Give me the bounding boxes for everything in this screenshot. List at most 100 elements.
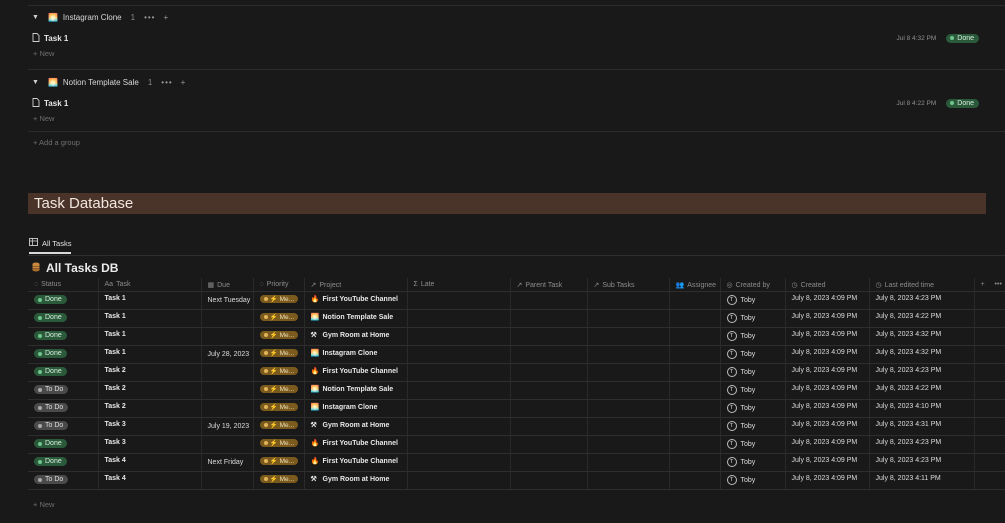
project-cell[interactable]: 🔥 First YouTube Channel (304, 435, 408, 454)
assignee-cell[interactable] (669, 363, 721, 382)
created-by-cell[interactable]: T Toby (720, 381, 786, 400)
column-header-parent-task[interactable]: ↗ Parent Task (510, 278, 588, 292)
priority-cell[interactable]: ⚡ Me... (253, 417, 305, 436)
assignee-cell[interactable] (669, 435, 721, 454)
created-by-cell[interactable]: T Toby (720, 363, 786, 382)
task-cell[interactable]: Task 2 (98, 399, 202, 418)
status-cell[interactable]: Done (28, 363, 99, 382)
more-options-icon[interactable]: ••• (144, 13, 155, 22)
table-row[interactable]: To Do Task 4 ⚡ Me... ⚒ Gym Room at Home T Toby J… (28, 471, 1005, 490)
board-card[interactable]: Task 1 Jul 8 4:32 PM Done (32, 31, 979, 45)
column-header-priority[interactable]: ◌ Priority (253, 278, 305, 292)
status-cell[interactable]: Done (28, 327, 99, 346)
status-cell[interactable]: To Do (28, 417, 99, 436)
created-by-cell[interactable]: T Toby (720, 399, 786, 418)
due-cell[interactable] (201, 399, 254, 418)
status-cell[interactable]: Done (28, 453, 99, 472)
parent-task-cell[interactable] (510, 291, 588, 310)
priority-cell[interactable]: ⚡ Me... (253, 327, 305, 346)
late-cell[interactable] (407, 453, 511, 472)
column-header-project[interactable]: ↗ Project (304, 278, 408, 292)
task-cell[interactable]: Task 4 (98, 471, 202, 490)
sub-tasks-cell[interactable] (587, 363, 670, 382)
parent-task-cell[interactable] (510, 381, 588, 400)
due-cell[interactable] (201, 327, 254, 346)
sub-tasks-cell[interactable] (587, 453, 670, 472)
column-header-late[interactable]: Σ Late (407, 278, 511, 292)
status-cell[interactable]: Done (28, 435, 99, 454)
column-header-task[interactable]: Aa Task (98, 278, 202, 292)
project-cell[interactable]: 🔥 First YouTube Channel (304, 363, 408, 382)
task-cell[interactable]: Task 1 (98, 345, 202, 364)
late-cell[interactable] (407, 417, 511, 436)
table-row[interactable]: To Do Task 2 ⚡ Me... 🌅 Instagram Clone T Toby Ju… (28, 399, 1005, 418)
priority-cell[interactable]: ⚡ Me... (253, 471, 305, 490)
table-row[interactable]: Done Task 3 ⚡ Me... 🔥 First YouTube Channel T T… (28, 435, 1005, 454)
due-cell[interactable] (201, 435, 254, 454)
created-by-cell[interactable]: T Toby (720, 435, 786, 454)
sub-tasks-cell[interactable] (587, 399, 670, 418)
table-row[interactable]: Done Task 1 July 28, 2023 ⚡ Me... 🌅 Instagram … (28, 345, 1005, 364)
late-cell[interactable] (407, 399, 511, 418)
parent-task-cell[interactable] (510, 363, 588, 382)
parent-task-cell[interactable] (510, 435, 588, 454)
database-title[interactable]: All Tasks DB (32, 261, 118, 275)
column-header-sub-tasks[interactable]: ↗ Sub Tasks (587, 278, 670, 292)
column-header-status[interactable]: ◌ Status (28, 278, 99, 292)
priority-cell[interactable]: ⚡ Me... (253, 399, 305, 418)
status-cell[interactable]: Done (28, 345, 99, 364)
column-header-created[interactable]: ◷ Created (785, 278, 870, 292)
assignee-cell[interactable] (669, 309, 721, 328)
created-by-cell[interactable]: T Toby (720, 345, 786, 364)
sub-tasks-cell[interactable] (587, 381, 670, 400)
priority-cell[interactable]: ⚡ Me... (253, 453, 305, 472)
assignee-cell[interactable] (669, 417, 721, 436)
project-cell[interactable]: ⚒ Gym Room at Home (304, 417, 408, 436)
sub-tasks-cell[interactable] (587, 345, 670, 364)
add-column-button[interactable]: + ••• (974, 278, 1005, 292)
assignee-cell[interactable] (669, 399, 721, 418)
view-tab-all-tasks[interactable]: All Tasks (29, 238, 72, 254)
due-cell[interactable]: Next Tuesday (201, 291, 254, 310)
sub-tasks-cell[interactable] (587, 327, 670, 346)
priority-cell[interactable]: ⚡ Me... (253, 291, 305, 310)
status-cell[interactable]: To Do (28, 381, 99, 400)
status-cell[interactable]: To Do (28, 399, 99, 418)
priority-cell[interactable]: ⚡ Me... (253, 363, 305, 382)
table-row[interactable]: Done Task 2 ⚡ Me... 🔥 First YouTube Channel T T… (28, 363, 1005, 382)
project-cell[interactable]: ⚒ Gym Room at Home (304, 471, 408, 490)
late-cell[interactable] (407, 309, 511, 328)
parent-task-cell[interactable] (510, 309, 588, 328)
due-cell[interactable] (201, 471, 254, 490)
task-cell[interactable]: Task 4 (98, 453, 202, 472)
created-by-cell[interactable]: T Toby (720, 291, 786, 310)
assignee-cell[interactable] (669, 345, 721, 364)
table-row[interactable]: Done Task 1 ⚡ Me... ⚒ Gym Room at Home T Toby Ju… (28, 327, 1005, 346)
created-by-cell[interactable]: T Toby (720, 471, 786, 490)
parent-task-cell[interactable] (510, 399, 588, 418)
table-row[interactable]: Done Task 4 Next Friday ⚡ Me... 🔥 First YouTub… (28, 453, 1005, 472)
parent-task-cell[interactable] (510, 471, 588, 490)
parent-task-cell[interactable] (510, 327, 588, 346)
column-header-assignee[interactable]: 👥 Assignee (669, 278, 721, 292)
sub-tasks-cell[interactable] (587, 471, 670, 490)
collapse-triangle-icon[interactable]: ▼ (32, 79, 39, 86)
project-cell[interactable]: 🔥 First YouTube Channel (304, 291, 408, 310)
new-item-button[interactable]: + New (33, 114, 54, 123)
sub-tasks-cell[interactable] (587, 309, 670, 328)
group-header-notion-template-sale[interactable]: ▼ 🌅 Notion Template Sale 1 ••• + (32, 78, 185, 87)
status-cell[interactable]: Done (28, 291, 99, 310)
assignee-cell[interactable] (669, 381, 721, 400)
more-options-icon[interactable]: ••• (995, 281, 1002, 288)
created-by-cell[interactable]: T Toby (720, 417, 786, 436)
table-row[interactable]: Done Task 1 Next Tuesday ⚡ Me... 🔥 First YouTu… (28, 291, 1005, 310)
late-cell[interactable] (407, 291, 511, 310)
late-cell[interactable] (407, 345, 511, 364)
sub-tasks-cell[interactable] (587, 291, 670, 310)
group-header-instagram-clone[interactable]: ▼ 🌅 Instagram Clone 1 ••• + (32, 13, 168, 22)
project-cell[interactable]: 🌅 Notion Template Sale (304, 309, 408, 328)
due-cell[interactable] (201, 381, 254, 400)
priority-cell[interactable]: ⚡ Me... (253, 309, 305, 328)
created-by-cell[interactable]: T Toby (720, 309, 786, 328)
late-cell[interactable] (407, 363, 511, 382)
